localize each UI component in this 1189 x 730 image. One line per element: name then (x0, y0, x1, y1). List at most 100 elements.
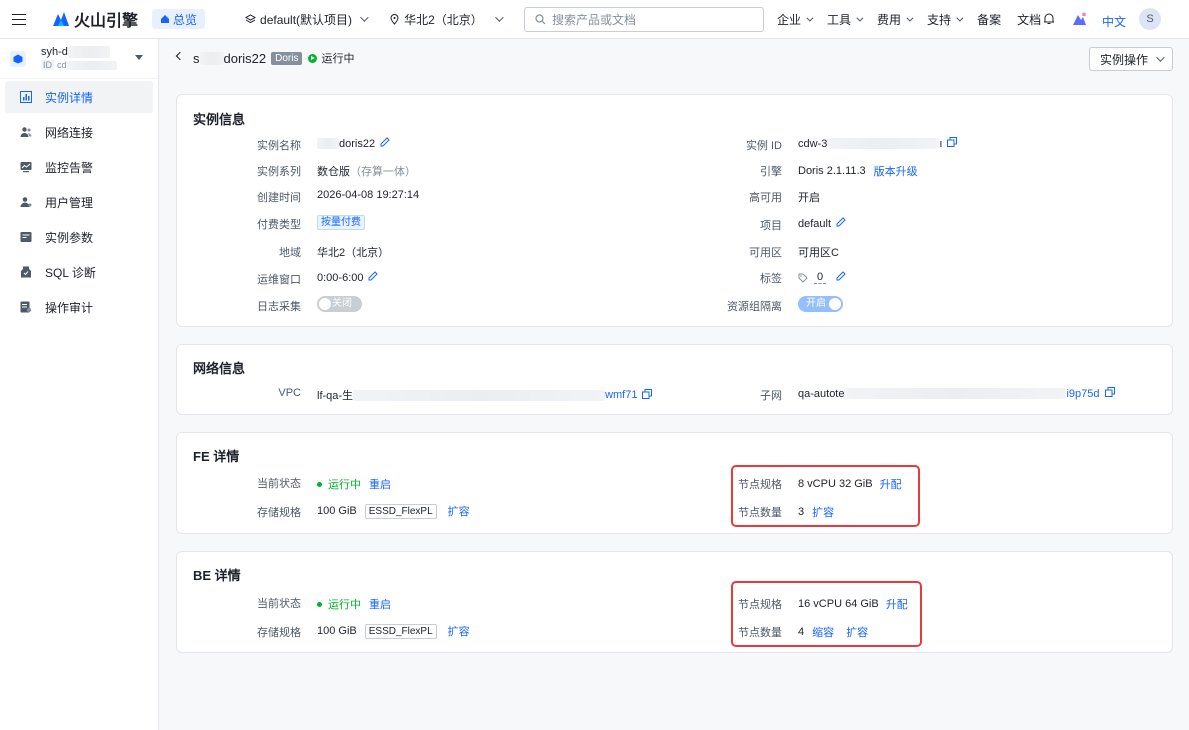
monitor-icon (20, 161, 32, 173)
search-icon (535, 14, 546, 25)
restart-link[interactable]: 重启 (369, 476, 391, 492)
resource-group-isolation-toggle[interactable]: 开启 (798, 296, 843, 312)
project-selector[interactable]: default(默认项目) (245, 11, 369, 28)
chart-icon (20, 91, 32, 103)
sidebar-item-network[interactable]: 网络连接 (5, 116, 153, 148)
copy-icon[interactable] (642, 388, 653, 402)
be-details-card: BE 详情 当前状态 运行中 重启 存储规格 100 GiB ESSD_Flex… (176, 551, 1173, 653)
sidebar-item-label: 用户管理 (45, 195, 94, 210)
info-value: 可用区C (798, 247, 839, 259)
chevron-down-icon (956, 14, 964, 22)
vpc-link[interactable]: wmf71 (605, 389, 637, 401)
toggle-knob (319, 298, 331, 310)
billing-type-tag: 按量付费 (317, 215, 365, 230)
page-title: s doris22 Doris 运行中 (193, 50, 354, 66)
nav-billing[interactable]: 费用 (877, 11, 914, 28)
masked-text (199, 51, 224, 65)
be-status: 运行中 重启 (317, 596, 391, 612)
edit-icon[interactable] (380, 137, 390, 150)
menu-icon[interactable] (12, 13, 26, 25)
info-value: doris22 (339, 137, 376, 150)
avatar[interactable]: S (1139, 8, 1161, 30)
region-selector[interactable]: 华北2（北京） (390, 11, 504, 28)
back-icon[interactable] (175, 51, 185, 61)
status-badge: 运行中 (308, 50, 354, 66)
nav-filing[interactable]: 备案 (977, 11, 1001, 28)
copy-icon[interactable] (947, 137, 958, 150)
sidebar-item-label: 操作审计 (45, 300, 94, 315)
info-label: 子网 (760, 390, 782, 402)
caret-down-icon (135, 55, 143, 60)
project-name: default(默认项目) (260, 12, 353, 27)
nav-label: 支持 (927, 13, 952, 27)
log-collection-toggle[interactable]: 关闭 (317, 296, 362, 312)
storage-size: 100 GiB (317, 505, 357, 517)
masked-text (827, 138, 940, 149)
sidebar-item-label: 实例详情 (45, 90, 94, 105)
info-label: 日志采集 (257, 301, 301, 313)
language-switch[interactable]: 中文 (1102, 13, 1126, 30)
restart-link[interactable]: 重启 (369, 596, 391, 612)
chevron-down-icon (494, 13, 504, 22)
info-value: 华北2（北京） (317, 247, 390, 259)
nav-tools[interactable]: 工具 (827, 11, 864, 28)
sidebar: syh-d ID cd 实例详情 网络连接 监控告警 用户管理 实例参数 SQL … (0, 39, 159, 730)
chevron-down-icon (360, 13, 369, 22)
info-label: 付费类型 (257, 219, 301, 231)
status-text: 运行中 (321, 53, 355, 65)
sidebar-item-instance-details[interactable]: 实例详情 (5, 81, 153, 113)
sidebar-item-monitoring[interactable]: 监控告警 (5, 151, 153, 183)
copy-icon[interactable] (1104, 387, 1115, 400)
global-search-input[interactable]: 搜索产品或文档 (524, 7, 764, 32)
assistant-icon[interactable] (1072, 12, 1087, 29)
subnet-link[interactable]: i9p75d (1066, 388, 1099, 400)
search-placeholder: 搜索产品或文档 (552, 13, 637, 27)
sidebar-item-user-management[interactable]: 用户管理 (5, 186, 153, 218)
users-icon (20, 126, 32, 138)
status-text: 运行中 (328, 479, 361, 491)
sidebar-item-instance-params[interactable]: 实例参数 (5, 221, 153, 253)
storage-expand-link[interactable]: 扩容 (448, 503, 470, 519)
nav-docs[interactable]: 文档 (1017, 11, 1041, 28)
bell-icon[interactable] (1043, 12, 1055, 28)
layers-icon (245, 13, 257, 23)
version-upgrade-link[interactable]: 版本升级 (874, 163, 918, 179)
instance-operations-button[interactable]: 实例操作 (1089, 47, 1173, 71)
instance-name: syh-d (41, 45, 68, 58)
info-label: 存储规格 (257, 507, 301, 519)
masked-text (353, 389, 606, 401)
tag-count[interactable]: 0 (814, 271, 827, 284)
highlight-box (731, 581, 922, 647)
info-label: 创建时间 (257, 192, 301, 204)
instance-selector[interactable]: syh-d ID cd (0, 39, 158, 79)
masked-text (844, 388, 1067, 399)
edit-icon[interactable] (836, 271, 846, 284)
sidebar-item-audit[interactable]: 操作审计 (5, 291, 153, 323)
info-value: cdw-3 (798, 137, 828, 150)
storage-size: 100 GiB (317, 625, 357, 637)
chevron-down-icon (1156, 53, 1165, 62)
nav-support[interactable]: 支持 (927, 11, 964, 28)
overview-button[interactable]: 总览 (152, 9, 206, 29)
edit-icon[interactable] (368, 271, 379, 284)
info-value-suffix: ı (939, 137, 943, 150)
info-value-row: 0:00-6:00 (317, 271, 379, 284)
nav-enterprise[interactable]: 企业 (777, 11, 814, 28)
chevron-down-icon (906, 14, 914, 22)
info-value-row: 开启 (798, 296, 843, 312)
info-label: 标签 (760, 273, 782, 285)
sidebar-item-sql-diagnosis[interactable]: SQL 诊断 (5, 256, 153, 288)
params-icon (20, 231, 32, 243)
region-name: 华北2（北京） (404, 12, 483, 27)
info-value-row: default (798, 217, 846, 230)
info-value-row: 按量付费 (317, 215, 365, 230)
brand-logo[interactable]: 火山引擎 (52, 7, 138, 31)
sidebar-item-label: 网络连接 (45, 125, 94, 140)
info-label: 存储规格 (257, 627, 301, 639)
info-label: 实例系列 (257, 166, 301, 178)
edit-icon[interactable] (836, 217, 846, 230)
sidebar-item-label: 监控告警 (45, 160, 94, 175)
nav-label: 文档 (1017, 13, 1042, 27)
engine-tag: Doris (271, 51, 303, 65)
storage-expand-link[interactable]: 扩容 (448, 623, 470, 639)
